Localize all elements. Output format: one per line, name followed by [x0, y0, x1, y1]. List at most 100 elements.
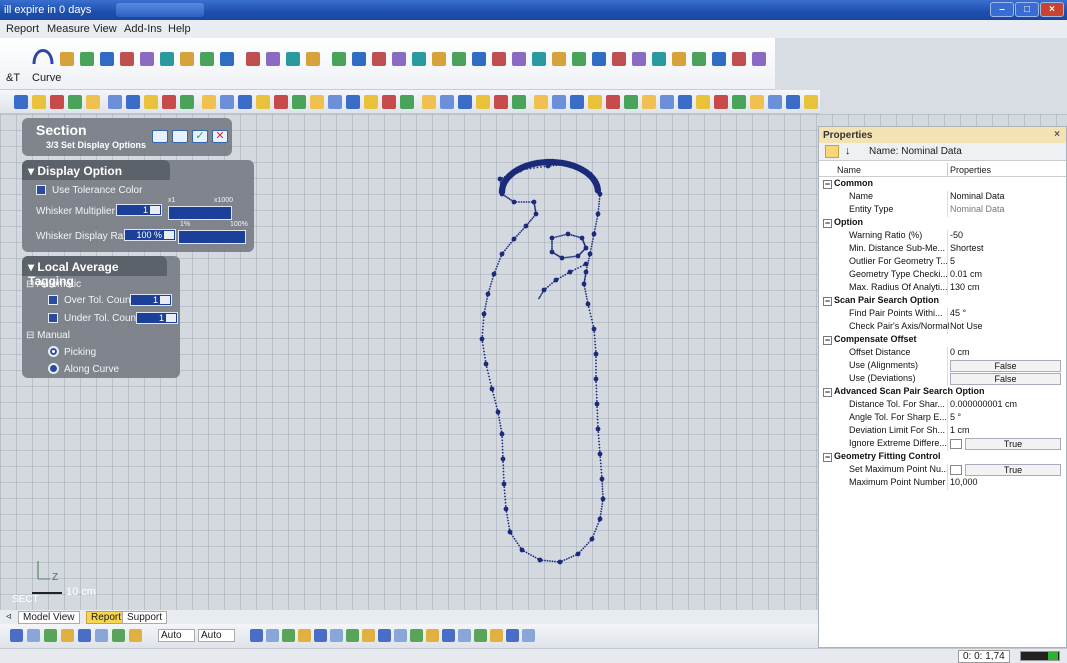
view-tool-icon[interactable]	[606, 95, 620, 109]
property-row[interactable]: Outlier For Geometry T... 5	[819, 256, 1066, 269]
property-value[interactable]: 130 cm	[950, 282, 1062, 292]
view-tool-icon[interactable]	[292, 95, 306, 109]
property-row[interactable]: Warning Ratio (%) -50	[819, 230, 1066, 243]
bottom-tool-icon[interactable]	[95, 629, 108, 642]
menu-view[interactable]: View	[93, 23, 117, 35]
view-tool-icon[interactable]	[126, 95, 140, 109]
view-tool-icon[interactable]	[238, 95, 252, 109]
whisker-display-ratio-spinner[interactable]: 100 %	[124, 229, 176, 241]
property-checkbox[interactable]	[950, 439, 962, 449]
property-row[interactable]: Entity Type Nominal Data	[819, 204, 1066, 217]
property-value[interactable]: 5 °	[950, 412, 1062, 422]
view-tool-icon[interactable]	[678, 95, 692, 109]
ribbon-tool-icon[interactable]	[532, 52, 546, 66]
view-tool-icon[interactable]	[400, 95, 414, 109]
ribbon-tool-icon[interactable]	[306, 52, 320, 66]
whisker-multiplier-slider[interactable]	[168, 206, 232, 220]
property-row[interactable]: Check Pair's Axis/Normal Not Use	[819, 321, 1066, 334]
view-tool-icon[interactable]	[180, 95, 194, 109]
tab-support[interactable]: Support	[122, 611, 168, 624]
view-tool-icon[interactable]	[732, 95, 746, 109]
bottom-tool-icon[interactable]	[314, 629, 327, 642]
ribbon-tool-icon[interactable]	[672, 52, 686, 66]
bottom-tool-icon[interactable]	[250, 629, 263, 642]
view-tool-icon[interactable]	[68, 95, 82, 109]
view-tool-icon[interactable]	[220, 95, 234, 109]
property-value[interactable]: True	[965, 438, 1061, 450]
bottom-tool-icon[interactable]	[266, 629, 279, 642]
maximize-button[interactable]: □	[1015, 2, 1039, 17]
property-row[interactable]: Angle Tol. For Sharp E... 5 °	[819, 412, 1066, 425]
menu-add-ins[interactable]: Add-Ins	[124, 23, 162, 35]
view-tool-icon[interactable]	[422, 95, 436, 109]
property-value[interactable]: 0 cm	[950, 347, 1062, 357]
ribbon-tool-icon[interactable]	[512, 52, 526, 66]
property-checkbox[interactable]	[950, 465, 962, 475]
property-value[interactable]: 5	[950, 256, 1062, 266]
view-tool-icon[interactable]	[328, 95, 342, 109]
view-tool-icon[interactable]	[786, 95, 800, 109]
auto-select-2[interactable]: Auto	[198, 629, 235, 642]
ribbon-tool-icon[interactable]	[352, 52, 366, 66]
bottom-tool-icon[interactable]	[522, 629, 535, 642]
view-tool-icon[interactable]	[162, 95, 176, 109]
view-tool-icon[interactable]	[714, 95, 728, 109]
view-tool-icon[interactable]	[458, 95, 472, 109]
bottom-tool-icons[interactable]	[0, 624, 818, 648]
ribbon-tool-icon[interactable]	[160, 52, 174, 66]
collapse-icon[interactable]: −	[823, 388, 832, 397]
minimize-button[interactable]: –	[990, 2, 1014, 17]
view-tool-icon[interactable]	[202, 95, 216, 109]
property-row[interactable]: Find Pair Points Withi... 45 °	[819, 308, 1066, 321]
tab-report[interactable]: Report	[86, 611, 127, 624]
ribbon-tool-icon[interactable]	[752, 52, 766, 66]
view-tool-icon[interactable]	[32, 95, 46, 109]
ribbon-tool-icon[interactable]	[100, 52, 114, 66]
auto-select-1[interactable]: Auto	[158, 629, 195, 642]
bottom-tool-icon[interactable]	[346, 629, 359, 642]
view-tool-icon[interactable]	[494, 95, 508, 109]
ribbon-tool-icon[interactable]	[432, 52, 446, 66]
property-category[interactable]: − Advanced Scan Pair Search Option	[819, 386, 1066, 399]
view-tool-icon[interactable]	[534, 95, 548, 109]
property-value[interactable]: Nominal Data	[950, 191, 1062, 201]
ribbon-tool-icon[interactable]	[652, 52, 666, 66]
bottom-tool-icon[interactable]	[61, 629, 74, 642]
property-value[interactable]: 0.01 cm	[950, 269, 1062, 279]
along-curve-radio[interactable]	[48, 363, 59, 374]
bottom-tool-icon[interactable]	[474, 629, 487, 642]
tab-nav-icon[interactable]: ◃	[6, 611, 11, 622]
view-tool-icon[interactable]	[274, 95, 288, 109]
property-row[interactable]: Max. Radius Of Analyti... 130 cm	[819, 282, 1066, 295]
use-tolerance-color-checkbox[interactable]	[36, 185, 46, 195]
ribbon-tool-icon[interactable]	[200, 52, 214, 66]
property-row[interactable]: Distance Tol. For Shar... 0.000000001 cm	[819, 399, 1066, 412]
picking-radio[interactable]	[48, 346, 59, 357]
ribbon-tool-icon[interactable]	[140, 52, 154, 66]
bottom-tool-icon[interactable]	[10, 629, 23, 642]
ribbon-tool-icon[interactable]	[246, 52, 260, 66]
property-row[interactable]: Use (Alignments) False	[819, 360, 1066, 373]
view-tool-icon[interactable]	[364, 95, 378, 109]
view-tool-icon[interactable]	[310, 95, 324, 109]
automatic-group-label[interactable]: ⊟ Automatic	[26, 279, 81, 290]
view-tool-icon[interactable]	[440, 95, 454, 109]
bottom-tool-icon[interactable]	[330, 629, 343, 642]
close-button[interactable]: ×	[1040, 2, 1064, 17]
property-row[interactable]: Use (Deviations) False	[819, 373, 1066, 386]
collapse-icon[interactable]: −	[823, 219, 832, 228]
view-tool-icon[interactable]	[552, 95, 566, 109]
properties-close-icon[interactable]: ×	[1054, 129, 1060, 140]
property-value[interactable]: 1 cm	[950, 425, 1062, 435]
over-tol-count-checkbox[interactable]	[48, 295, 58, 305]
view-tool-icon[interactable]	[108, 95, 122, 109]
property-value[interactable]: True	[965, 464, 1061, 476]
ribbon-tool-icon[interactable]	[220, 52, 234, 66]
under-tol-count-checkbox[interactable]	[48, 313, 58, 323]
property-value[interactable]: -50	[950, 230, 1062, 240]
property-value[interactable]: 0.000000001 cm	[950, 399, 1062, 409]
property-row[interactable]: Deviation Limit For Sh... 1 cm	[819, 425, 1066, 438]
view-tool-icon[interactable]	[14, 95, 28, 109]
sort-az-icon[interactable]: ↓	[845, 145, 851, 157]
property-row[interactable]: Geometry Type Checki... 0.01 cm	[819, 269, 1066, 282]
